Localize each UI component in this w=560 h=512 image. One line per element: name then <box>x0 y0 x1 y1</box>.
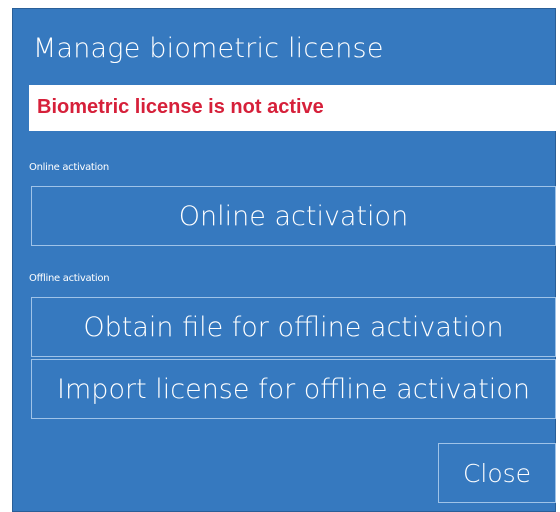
import-license-button[interactable]: Import license for offline activation <box>31 359 556 419</box>
obtain-file-button[interactable]: Obtain file for offline activation <box>31 297 556 357</box>
license-status-text: Biometric license is not active <box>37 96 324 118</box>
dialog-title: Manage biometric license <box>33 33 384 64</box>
online-activation-button[interactable]: Online activation <box>31 186 556 246</box>
offline-section-label: Offline activation <box>29 273 110 284</box>
status-box: Biometric license is not active <box>29 85 556 131</box>
online-section-label: Online activation <box>29 162 109 173</box>
manage-license-dialog: Manage biometric license Biometric licen… <box>12 8 556 512</box>
close-button[interactable]: Close <box>438 443 556 503</box>
